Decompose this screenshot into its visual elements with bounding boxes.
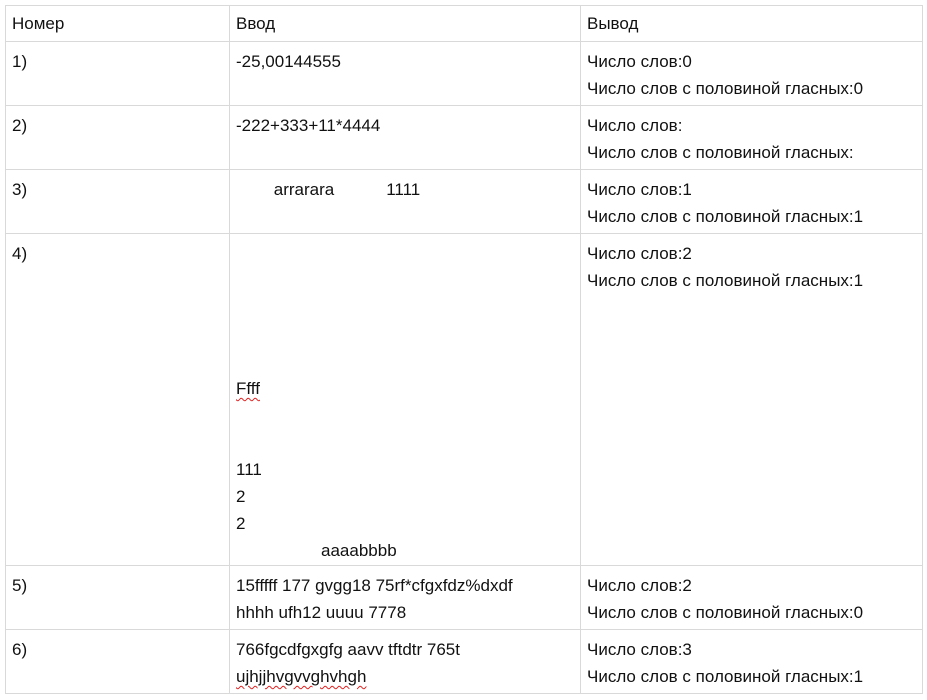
input-line: hhhh ufh12 uuuu 7778 bbox=[236, 603, 407, 622]
row-number: 2) bbox=[5, 105, 230, 170]
output-word-count: Число слов:1 bbox=[587, 180, 692, 199]
row-input: -25,00144555 bbox=[229, 41, 581, 106]
output-word-count: Число слов:0 bbox=[587, 52, 692, 71]
table-row: 6) 766fgcdfgxgfg aavv tftdtr 765t ujhjjhv… bbox=[5, 629, 923, 694]
input-line: 2 bbox=[236, 487, 246, 506]
output-half-vowel-count: Число слов с половиной гласных:1 bbox=[587, 667, 864, 686]
row-input: 766fgcdfgxgfg aavv tftdtr 765t ujhjjhvgvv… bbox=[229, 629, 581, 694]
input-line: aaaabbbb bbox=[236, 541, 397, 560]
output-word-count: Число слов: bbox=[587, 116, 683, 135]
row-input: Ffff 111 2 2 aaaabbbb bbox=[229, 233, 581, 566]
row-input: -222+333+11*4444 bbox=[229, 105, 581, 170]
header-number: Номер bbox=[5, 5, 230, 42]
row-number: 4) bbox=[5, 233, 230, 566]
row-input: 15fffff 177 gvgg18 75rf*cfgxfdz%dxdf hhhh… bbox=[229, 565, 581, 630]
input-line: 2 bbox=[236, 514, 246, 533]
row-output: Число слов:0 Число слов с половиной гласн… bbox=[580, 41, 923, 106]
row-number: 1) bbox=[5, 41, 230, 106]
input-line: -25,00144555 bbox=[236, 52, 341, 71]
table-row: 2) -222+333+11*4444 Число слов: Число сло… bbox=[5, 105, 923, 170]
table-row: 3) arrarara 1111 Число слов:1 Число слов … bbox=[5, 169, 923, 234]
output-word-count: Число слов:2 bbox=[587, 576, 692, 595]
table-row: 1) -25,00144555 Число слов:0 Число слов с… bbox=[5, 41, 923, 106]
input-line: 15fffff 177 gvgg18 75rf*cfgxfdz%dxdf bbox=[236, 576, 513, 595]
header-input: Ввод bbox=[229, 5, 581, 42]
input-line: -222+333+11*4444 bbox=[236, 116, 381, 135]
row-number: 3) bbox=[5, 169, 230, 234]
row-output: Число слов:2 Число слов с половиной гласн… bbox=[580, 233, 923, 566]
input-line: Ffff bbox=[236, 379, 260, 398]
output-word-count: Число слов:3 bbox=[587, 640, 692, 659]
output-half-vowel-count: Число слов с половиной гласных:1 bbox=[587, 271, 864, 290]
input-line: ujhjjhvgvvghvhgh bbox=[236, 667, 367, 686]
output-half-vowel-count: Число слов с половиной гласных:0 bbox=[587, 603, 864, 622]
row-output: Число слов:3 Число слов с половиной гласн… bbox=[580, 629, 923, 694]
table-row: 4) Ffff 111 2 2 aaaabbbb Число слов:2 Число … bbox=[5, 233, 923, 566]
input-line: 766fgcdfgxgfg aavv tftdtr 765t bbox=[236, 640, 460, 659]
input-line: arrarara 1111 bbox=[236, 180, 421, 199]
row-input: arrarara 1111 bbox=[229, 169, 581, 234]
output-half-vowel-count: Число слов с половиной гласных:0 bbox=[587, 79, 864, 98]
output-half-vowel-count: Число слов с половиной гласных:1 bbox=[587, 207, 864, 226]
output-word-count: Число слов:2 bbox=[587, 244, 692, 263]
row-number: 6) bbox=[5, 629, 230, 694]
row-output: Число слов:2 Число слов с половиной гласн… bbox=[580, 565, 923, 630]
row-output: Число слов:1 Число слов с половиной гласн… bbox=[580, 169, 923, 234]
row-output: Число слов: Число слов с половиной гласны… bbox=[580, 105, 923, 170]
results-table: Номер Ввод Вывод 1) -25,00144555 Число с… bbox=[5, 5, 923, 694]
table-row: 5) 15fffff 177 gvgg18 75rf*cfgxfdz%dxdf h… bbox=[5, 565, 923, 630]
output-half-vowel-count: Число слов с половиной гласных: bbox=[587, 143, 854, 162]
input-line: 111 bbox=[236, 460, 262, 479]
row-number: 5) bbox=[5, 565, 230, 630]
header-output: Вывод bbox=[580, 5, 923, 42]
header-row: Номер Ввод Вывод bbox=[5, 5, 923, 42]
